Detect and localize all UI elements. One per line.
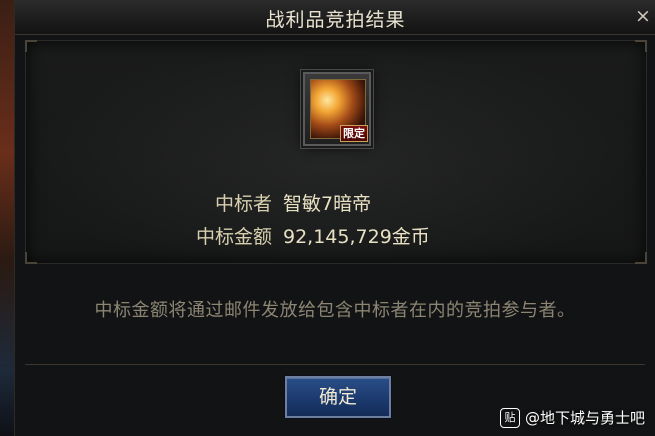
tieba-icon: 贴 <box>499 407 520 428</box>
panel-corner <box>25 40 37 52</box>
watermark-text: @地下城与勇士吧 <box>524 409 645 427</box>
dialog-title: 战利品竞拍结果 <box>265 9 406 31</box>
limited-badge: 限定 <box>340 125 368 142</box>
confirm-button[interactable]: 确定 <box>285 376 391 418</box>
background-scene-strip <box>0 0 14 436</box>
panel-corner <box>635 40 647 52</box>
amount-value: 92,145,729金币 <box>283 226 430 248</box>
watermark: 贴 @地下城与勇士吧 <box>499 407 645 428</box>
amount-row: 中标金额 92,145,729金币 <box>15 222 655 248</box>
notice-text: 中标金额将通过邮件发放给包含中标者在内的竞拍参与者。 <box>94 300 576 321</box>
auction-result-dialog: 战利品竞拍结果 × 限定 中标者 智敏7暗帝 中标金额 92,145,729金币… <box>14 0 655 436</box>
item-slot[interactable]: 限定 <box>303 72 371 146</box>
winner-name: 智敏7暗帝 <box>283 193 372 215</box>
amount-label: 中标金额 <box>195 226 272 248</box>
winner-label: 中标者 <box>214 193 272 215</box>
winner-row: 中标者 智敏7暗帝 <box>15 189 655 215</box>
notice-panel: 中标金额将通过邮件发放给包含中标者在内的竞拍参与者。 <box>25 262 645 362</box>
footer-divider <box>25 364 645 365</box>
close-icon[interactable]: × <box>632 5 654 27</box>
dialog-titlebar[interactable]: 战利品竞拍结果 × <box>15 0 655 35</box>
